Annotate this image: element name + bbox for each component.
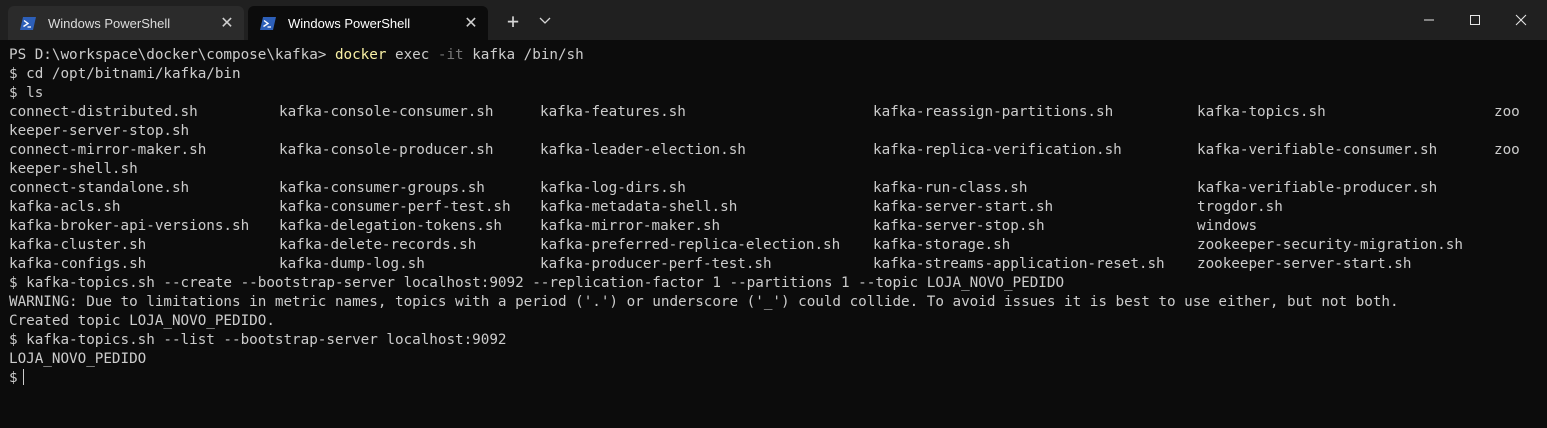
- minimize-icon[interactable]: [1406, 0, 1452, 40]
- ls-entry: kafka-acls.sh: [9, 199, 121, 215]
- ls-entry: kafka-preferred-replica-election.sh: [540, 237, 841, 253]
- tab-powershell-2[interactable]: Windows PowerShell ✕: [248, 6, 488, 40]
- shell-prompt: $: [9, 370, 18, 386]
- ls-row: connect-standalone.sh kafka-consumer-grou…: [9, 179, 1539, 198]
- ls-entry: kafka-verifiable-consumer.sh: [1197, 142, 1438, 158]
- ls-entry: kafka-reassign-partitions.sh: [873, 104, 1114, 120]
- close-icon[interactable]: [1498, 0, 1544, 40]
- ls-entry: connect-mirror-maker.sh: [9, 142, 207, 158]
- powershell-icon: [260, 16, 276, 30]
- ls-entry: kafka-run-class.sh: [873, 180, 1028, 196]
- command-flag: -it: [437, 47, 464, 63]
- terminal-line: $ kafka-topics.sh --create --bootstrap-s…: [9, 275, 1065, 291]
- ls-entry: kafka-metadata-shell.sh: [540, 199, 738, 215]
- ls-entry: kafka-cluster.sh: [9, 237, 147, 253]
- terminal-output[interactable]: PS D:\workspace\docker\compose\kafka> do…: [9, 46, 1539, 426]
- ls-row: keeper-shell.sh: [9, 160, 1539, 179]
- ls-entry: kafka-console-consumer.sh: [279, 104, 494, 120]
- ls-entry: kafka-console-producer.sh: [279, 142, 494, 158]
- ls-entry: kafka-server-stop.sh: [873, 218, 1045, 234]
- ls-row: kafka-acls.sh kafka-consumer-perf-test.sh…: [9, 198, 1539, 217]
- ls-entry: keeper-server-stop.sh: [9, 123, 190, 139]
- new-tab-button[interactable]: +: [500, 6, 526, 36]
- command-name: docker: [334, 47, 387, 63]
- ls-row: kafka-configs.sh kafka-dump-log.sh kafka-p…: [9, 255, 1539, 274]
- terminal-line: $ cd /opt/bitnami/kafka/bin: [9, 66, 241, 82]
- ls-entry: kafka-storage.sh: [873, 237, 1011, 253]
- ls-entry: kafka-broker-api-versions.sh: [9, 218, 250, 234]
- ps-prompt: PS D:\workspace\docker\compose\kafka>: [9, 47, 335, 63]
- ls-entry: kafka-streams-application-reset.sh: [873, 256, 1165, 272]
- terminal-line: Created topic LOJA_NOVO_PEDIDO.: [9, 313, 275, 329]
- ls-entry: kafka-leader-election.sh: [540, 142, 746, 158]
- ls-row: connect-distributed.sh kafka-console-cons…: [9, 103, 1539, 122]
- ls-entry: windows: [1197, 218, 1258, 234]
- maximize-icon[interactable]: [1452, 0, 1498, 40]
- title-bar: Windows PowerShell ✕ Windows PowerShell …: [0, 0, 1547, 40]
- tab-close-icon[interactable]: ✕: [216, 12, 238, 34]
- ls-entry: kafka-delegation-tokens.sh: [279, 218, 503, 234]
- ls-entry: kafka-server-start.sh: [873, 199, 1054, 215]
- ls-entry: trogdor.sh: [1197, 199, 1283, 215]
- text-cursor: [22, 369, 25, 385]
- ls-entry: kafka-producer-perf-test.sh: [540, 256, 772, 272]
- terminal-line: PS D:\workspace\docker\compose\kafka> do…: [9, 46, 1539, 65]
- ls-row: kafka-cluster.sh kafka-delete-records.sh k…: [9, 236, 1539, 255]
- ls-row: connect-mirror-maker.sh kafka-console-pro…: [9, 141, 1539, 160]
- tab-label: Windows PowerShell: [48, 15, 171, 31]
- ls-row: kafka-broker-api-versions.sh kafka-delega…: [9, 217, 1539, 236]
- ls-output: connect-distributed.sh kafka-console-cons…: [9, 103, 1539, 274]
- terminal-line: $ kafka-topics.sh --list --bootstrap-ser…: [9, 332, 507, 348]
- command-text: kafka /bin/sh: [463, 47, 584, 63]
- ls-entry: zoo: [1494, 142, 1520, 158]
- ls-entry: kafka-configs.sh: [9, 256, 147, 272]
- ls-entry: kafka-delete-records.sh: [279, 237, 477, 253]
- terminal-line: LOJA_NOVO_PEDIDO: [9, 351, 147, 367]
- ls-entry: connect-distributed.sh: [9, 104, 198, 120]
- chevron-down-icon[interactable]: [532, 6, 558, 36]
- ls-entry: kafka-consumer-perf-test.sh: [279, 199, 511, 215]
- ls-entry: kafka-dump-log.sh: [279, 256, 425, 272]
- powershell-icon: [20, 16, 36, 30]
- ls-entry: zoo: [1494, 104, 1520, 120]
- ls-entry: zookeeper-server-start.sh: [1197, 256, 1412, 272]
- terminal-line: WARNING: Due to limitations in metric na…: [9, 294, 1399, 310]
- ls-entry: connect-standalone.sh: [9, 180, 190, 196]
- ls-entry: zookeeper-security-migration.sh: [1197, 237, 1463, 253]
- command-text: exec: [386, 47, 438, 63]
- ls-row: keeper-server-stop.sh: [9, 122, 1539, 141]
- ls-entry: keeper-shell.sh: [9, 161, 138, 177]
- ls-entry: kafka-verifiable-producer.sh: [1197, 180, 1438, 196]
- tab-label: Windows PowerShell: [288, 15, 411, 31]
- ls-entry: kafka-topics.sh: [1197, 104, 1326, 120]
- ls-entry: kafka-mirror-maker.sh: [540, 218, 721, 234]
- terminal-line: $ ls: [9, 85, 44, 101]
- ls-entry: kafka-features.sh: [540, 104, 686, 120]
- tab-close-icon[interactable]: ✕: [460, 12, 482, 34]
- terminal-line: $: [9, 369, 1539, 388]
- ls-entry: kafka-log-dirs.sh: [540, 180, 686, 196]
- ls-entry: kafka-replica-verification.sh: [873, 142, 1122, 158]
- ls-entry: kafka-consumer-groups.sh: [279, 180, 485, 196]
- tab-powershell-1[interactable]: Windows PowerShell ✕: [8, 6, 244, 40]
